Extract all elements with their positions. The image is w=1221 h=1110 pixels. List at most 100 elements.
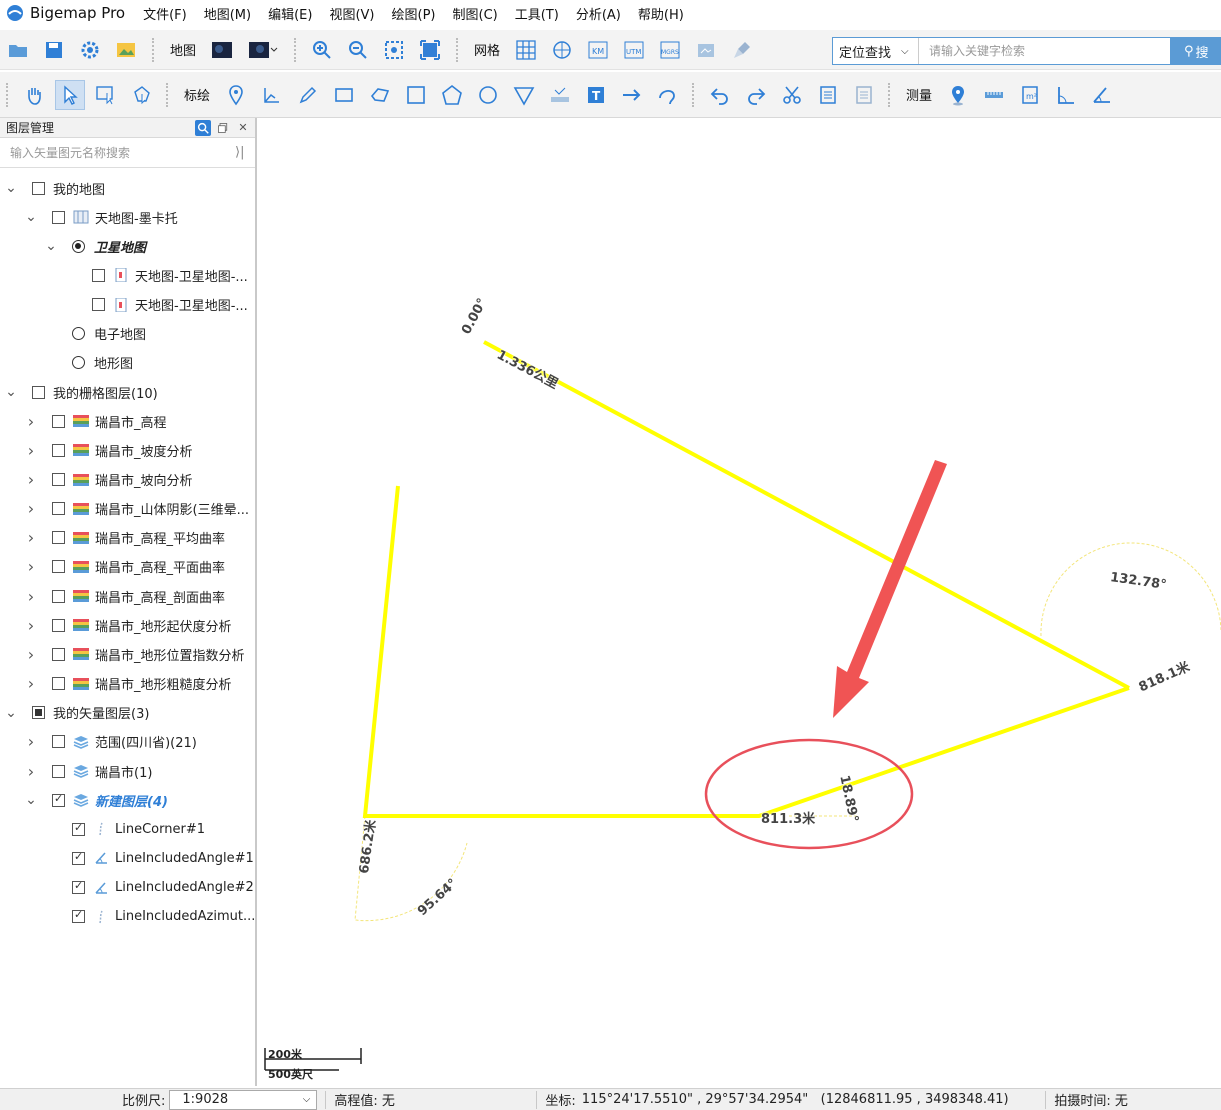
- chevron-right-icon[interactable]: ›: [24, 557, 38, 576]
- layer-tree-row[interactable]: › 瑞昌市_山体阴影(三维晕...: [0, 497, 256, 521]
- layer-tree-row[interactable]: › 瑞昌市_高程_平面曲率: [0, 555, 256, 579]
- circle-tool-button[interactable]: [473, 80, 503, 110]
- layer-tree-row[interactable]: › 瑞昌市_坡度分析: [0, 438, 256, 462]
- layer-tree-row[interactable]: 天地图-卫星地图-...: [0, 293, 256, 317]
- select-tool-button[interactable]: [55, 79, 85, 110]
- chevron-down-icon[interactable]: ⌄: [4, 384, 18, 400]
- toolbar-grip[interactable]: [166, 82, 172, 107]
- settings-button[interactable]: [75, 35, 105, 65]
- panel-close-button[interactable]: ✕: [235, 120, 251, 136]
- layer-tree-row[interactable]: ⌄ 新建图层(4): [0, 788, 256, 812]
- box-select-button[interactable]: [91, 80, 121, 110]
- marker-tool-button[interactable]: [221, 80, 251, 110]
- layer-tree-row[interactable]: ⌄ 我的栅格图层(10): [0, 380, 256, 404]
- layer-checkbox[interactable]: [52, 502, 65, 516]
- scale-select[interactable]: 1:9028 ⌵: [169, 1089, 318, 1110]
- full-extent-button[interactable]: [379, 35, 409, 65]
- sector-tool-button[interactable]: [509, 80, 539, 110]
- square-tool-button[interactable]: [401, 80, 431, 110]
- layer-tree-row[interactable]: › 瑞昌市_坡向分析: [0, 468, 256, 492]
- menu-cartography[interactable]: 制图(C): [453, 4, 498, 23]
- layer-checkbox[interactable]: [92, 268, 105, 282]
- layer-search-input[interactable]: [0, 139, 235, 166]
- image-export-button[interactable]: [691, 35, 721, 65]
- layer-checkbox[interactable]: [52, 473, 65, 486]
- chevron-right-icon[interactable]: ›: [24, 762, 38, 781]
- freehand-tool-button[interactable]: [293, 80, 323, 110]
- chevron-down-icon[interactable]: ⌄: [4, 180, 18, 196]
- panel-float-button[interactable]: [215, 120, 231, 136]
- layer-checkbox[interactable]: [52, 589, 65, 603]
- menu-help[interactable]: 帮助(H): [638, 4, 684, 23]
- chevron-down-icon[interactable]: ⌄: [24, 209, 38, 225]
- basemap-switch-button[interactable]: [243, 35, 283, 65]
- layer-tree-row[interactable]: › 瑞昌市_高程_平均曲率: [0, 526, 256, 550]
- menu-draw[interactable]: 绘图(P): [392, 4, 436, 23]
- layer-radio[interactable]: [72, 239, 85, 253]
- rectangle-tool-button[interactable]: [329, 80, 359, 110]
- latlng-grid-button[interactable]: [547, 35, 577, 65]
- polygon-tool-button[interactable]: [365, 80, 395, 110]
- layer-tree-row[interactable]: › 瑞昌市_高程: [0, 409, 256, 433]
- search-button[interactable]: ⚲ 搜: [1170, 37, 1220, 65]
- zoom-out-button[interactable]: [343, 35, 373, 65]
- save-button[interactable]: [39, 35, 69, 65]
- polygon-select-button[interactable]: [127, 80, 157, 110]
- layer-checkbox[interactable]: [52, 618, 65, 632]
- km-grid-button[interactable]: KM: [583, 35, 613, 65]
- layer-tree-row[interactable]: ⌄ 我的地图: [0, 176, 256, 200]
- cut-button[interactable]: [777, 80, 807, 110]
- ruler-draw-button[interactable]: [545, 80, 575, 110]
- layer-checkbox[interactable]: [72, 908, 85, 924]
- clear-button[interactable]: [727, 35, 757, 65]
- layer-checkbox[interactable]: [72, 850, 85, 865]
- utm-grid-button[interactable]: UTM: [619, 35, 649, 65]
- map-canvas[interactable]: 0.00° 1.336公里 132.78° 818.1米 18.89° 811.…: [259, 118, 1221, 1086]
- layer-tree-row[interactable]: LineIncludedAzimut...: [0, 905, 256, 929]
- chevron-right-icon[interactable]: ›: [24, 674, 38, 693]
- layer-tree-row[interactable]: 天地图-卫星地图-...: [0, 263, 256, 287]
- layer-checkbox[interactable]: [32, 706, 45, 720]
- copy-button[interactable]: [813, 80, 843, 110]
- layer-tree-row[interactable]: LineIncludedAngle#2: [0, 876, 256, 900]
- search-input[interactable]: [919, 38, 1170, 64]
- layer-checkbox[interactable]: [32, 181, 45, 195]
- layer-checkbox[interactable]: [52, 792, 65, 807]
- map-drawing[interactable]: [259, 118, 1221, 1086]
- layer-tree-row[interactable]: › 瑞昌市_地形位置指数分析: [0, 642, 256, 666]
- undo-button[interactable]: [705, 80, 735, 110]
- layer-tree-row[interactable]: ⌄ 卫星地图: [0, 234, 256, 258]
- measure-angle-button[interactable]: [1051, 80, 1081, 110]
- zoom-in-button[interactable]: [307, 35, 337, 65]
- fit-view-button[interactable]: [415, 35, 445, 65]
- layer-checkbox[interactable]: [52, 735, 65, 749]
- redo-button[interactable]: [741, 80, 771, 110]
- text-tool-button[interactable]: T: [581, 80, 611, 110]
- layer-tree-row[interactable]: 地形图: [0, 351, 256, 375]
- layer-checkbox[interactable]: [52, 677, 65, 691]
- layer-tree-row[interactable]: › 瑞昌市_高程_剖面曲率: [0, 584, 256, 608]
- curve-tool-button[interactable]: [653, 80, 683, 110]
- paste-button[interactable]: [849, 80, 879, 110]
- polyline-tool-button[interactable]: [257, 80, 287, 110]
- chevron-right-icon[interactable]: ›: [24, 732, 38, 751]
- chevron-right-icon[interactable]: ›: [24, 616, 38, 635]
- layer-checkbox[interactable]: [52, 414, 65, 428]
- layer-checkbox[interactable]: [92, 298, 105, 312]
- search-scope-select[interactable]: 定位查找 ⌵: [833, 38, 919, 64]
- search-go-icon[interactable]: ⟩|: [235, 145, 255, 160]
- layer-radio[interactable]: [72, 327, 85, 341]
- open-button[interactable]: [3, 35, 33, 65]
- chevron-right-icon[interactable]: ›: [24, 412, 38, 431]
- measure-area-button[interactable]: m²: [1015, 80, 1045, 110]
- chevron-right-icon[interactable]: ›: [24, 470, 38, 489]
- chevron-down-icon[interactable]: ⌄: [24, 792, 38, 808]
- toolbar-grip[interactable]: [692, 82, 698, 107]
- layer-checkbox[interactable]: [72, 879, 85, 895]
- menu-edit[interactable]: 编辑(E): [268, 4, 312, 23]
- pentagon-tool-button[interactable]: [437, 80, 467, 110]
- layer-tree-row[interactable]: ⌄ 天地图-墨卡托: [0, 205, 256, 229]
- layer-checkbox[interactable]: [52, 443, 65, 457]
- chevron-right-icon[interactable]: ›: [24, 441, 38, 460]
- layer-tree-row[interactable]: › 瑞昌市_地形粗糙度分析: [0, 672, 256, 696]
